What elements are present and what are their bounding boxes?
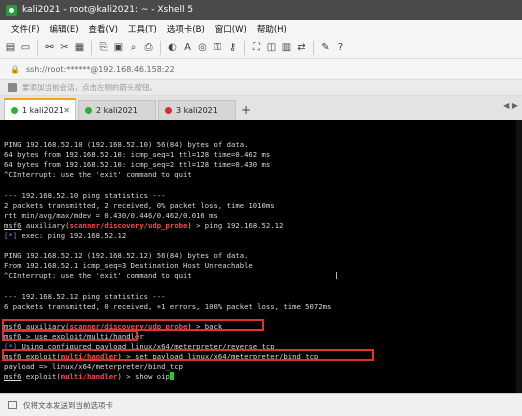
properties-icon[interactable]: ▦: [73, 41, 86, 55]
layout-icon[interactable]: ▥: [280, 41, 293, 55]
terminal-line: From 192.168.52.1 icmp_seq=3 Destination…: [4, 261, 253, 271]
help-icon[interactable]: ?: [334, 41, 347, 55]
hint-text: 要添加当前会话，点击左侧的箭头按钮。: [22, 83, 157, 92]
tab-label: 1 kali2021: [22, 105, 64, 115]
tab-1[interactable]: 1 kali2021 ✕: [4, 98, 76, 120]
disconnect-icon[interactable]: ✂: [58, 41, 71, 55]
print-icon[interactable]: ⎙: [142, 41, 155, 55]
terminal-line: payload => linux/x64/meterpreter/bind_tc…: [4, 362, 183, 372]
terminal-line: PING 192.168.52.12 (192.168.52.12) 56(84…: [4, 251, 249, 261]
address-bar[interactable]: 🔒 ssh://root:******@192.168.46.158:22: [0, 60, 522, 78]
color-scheme-icon[interactable]: ◐: [166, 41, 179, 55]
compose-icon[interactable]: ✎: [319, 41, 332, 55]
open-folder-icon[interactable]: ▭: [19, 41, 32, 55]
menu-item[interactable]: 窗口(W): [210, 23, 252, 35]
menu-item[interactable]: 选项卡(B): [162, 23, 210, 35]
terminal-line: rtt min/avg/max/mdev = 0.430/0.446/0.462…: [4, 210, 218, 220]
transparent-icon[interactable]: ◫: [265, 41, 278, 55]
tab-strip: 1 kali2021 ✕ 2 kali2021 3 kali2021 + ◀ ▶: [0, 96, 522, 120]
terminal-cursor: [169, 372, 174, 381]
tab-scroll-arrows-icon[interactable]: ◀ ▶: [503, 101, 518, 110]
menu-item[interactable]: 帮助(H): [252, 23, 292, 35]
toolbar-separator: [313, 40, 314, 55]
tab-2[interactable]: 2 kali2021: [78, 100, 156, 120]
lock-icon: 🔒: [10, 64, 20, 74]
font-icon[interactable]: A: [181, 41, 194, 55]
xshell-icon: [6, 4, 17, 16]
tab-label: 2 kali2021: [96, 106, 138, 115]
fullscreen-icon[interactable]: ⛶: [250, 41, 263, 55]
terminal-line: ^CInterrupt: use the 'exit' command to q…: [4, 271, 192, 281]
tab-label: 3 kali2021: [176, 106, 218, 115]
status-dot-icon: [11, 106, 18, 114]
terminal-line: msf6 exploit(multi/handler) > show oip: [4, 372, 518, 382]
menu-item[interactable]: 文件(F): [6, 23, 45, 35]
terminal-line: 2 packets transmitted, 2 received, 0% pa…: [4, 200, 275, 210]
tab-3[interactable]: 3 kali2021: [158, 100, 236, 120]
terminal[interactable]: I PING 192.168.52.10 (192.168.52.10) 56(…: [0, 120, 522, 393]
toolbar-separator: [244, 40, 245, 55]
new-session-icon[interactable]: ▤: [4, 41, 17, 55]
status-text: 仅将文本发送到当前选项卡: [23, 400, 113, 410]
copy-icon[interactable]: ⎘: [97, 41, 110, 55]
window-title: kali2021 - root@kali2021: ~ - Xshell 5: [22, 5, 194, 15]
paste-icon[interactable]: ▣: [112, 41, 125, 55]
hint-bar: 要添加当前会话，点击左侧的箭头按钮。: [0, 79, 522, 96]
menu-item[interactable]: 查看(V): [84, 23, 123, 35]
terminal-line: 64 bytes from 192.168.52.10: icmp_seq=2 …: [4, 160, 271, 170]
toolbar: ▤ ▭ ⚯ ✂ ▦ ⎘ ▣ ⌕ ⎙ ◐ A ◎ ⚿ ⚷ ⛶ ◫ ▥ ⇄ ✎?: [0, 37, 522, 59]
toolbar-separator: [37, 40, 38, 55]
key-icon[interactable]: ⚷: [226, 41, 239, 55]
status-dot-icon: [85, 107, 92, 114]
status-bar: 仅将文本发送到当前选项卡: [0, 393, 522, 416]
terminal-line: --- 192.168.52.12 ping statistics ---: [4, 291, 166, 301]
title-bar: kali2021 - root@kali2021: ~ - Xshell 5: [0, 0, 522, 20]
status-dot-icon: [165, 107, 172, 114]
terminal-line: 6 packets transmitted, 0 received, +1 er…: [4, 301, 332, 311]
toolbar-separator: [160, 40, 161, 55]
link-icon[interactable]: ⚯: [43, 41, 56, 55]
menu-item[interactable]: 工具(T): [123, 23, 162, 35]
globe-icon[interactable]: ◎: [196, 41, 209, 55]
menu-item[interactable]: 编辑(E): [45, 23, 84, 35]
add-tab-button[interactable]: +: [238, 100, 254, 120]
menu-bar: 文件(F) 编辑(E) 查看(V) 工具(T) 选项卡(B) 窗口(W) 帮助(H): [0, 20, 522, 37]
tunnel-icon[interactable]: ⇄: [295, 41, 308, 55]
terminal-line: PING 192.168.52.10 (192.168.52.10) 56(84…: [4, 140, 249, 150]
highlight-set-payload: [2, 349, 374, 361]
lock-icon[interactable]: ⚿: [211, 41, 224, 55]
address-text[interactable]: ssh://root:******@192.168.46.158:22: [26, 65, 175, 74]
toolbar-separator: [91, 40, 92, 55]
highlight-use: [2, 330, 138, 341]
terminal-line: --- 192.168.52.10 ping statistics ---: [4, 190, 166, 200]
terminal-line: [*] exec: ping 192.168.52.12: [4, 231, 127, 241]
send-text-icon[interactable]: [8, 401, 17, 409]
find-icon[interactable]: ⌕: [127, 41, 140, 55]
session-hint-icon[interactable]: [8, 83, 17, 92]
close-icon[interactable]: ✕: [63, 106, 70, 115]
terminal-line: 64 bytes from 192.168.52.10: icmp_seq=1 …: [4, 150, 271, 160]
terminal-line: ^CInterrupt: use the 'exit' command to q…: [4, 170, 192, 180]
terminal-line: msf6 auxiliary(scanner/discovery/udp_pro…: [4, 220, 284, 230]
